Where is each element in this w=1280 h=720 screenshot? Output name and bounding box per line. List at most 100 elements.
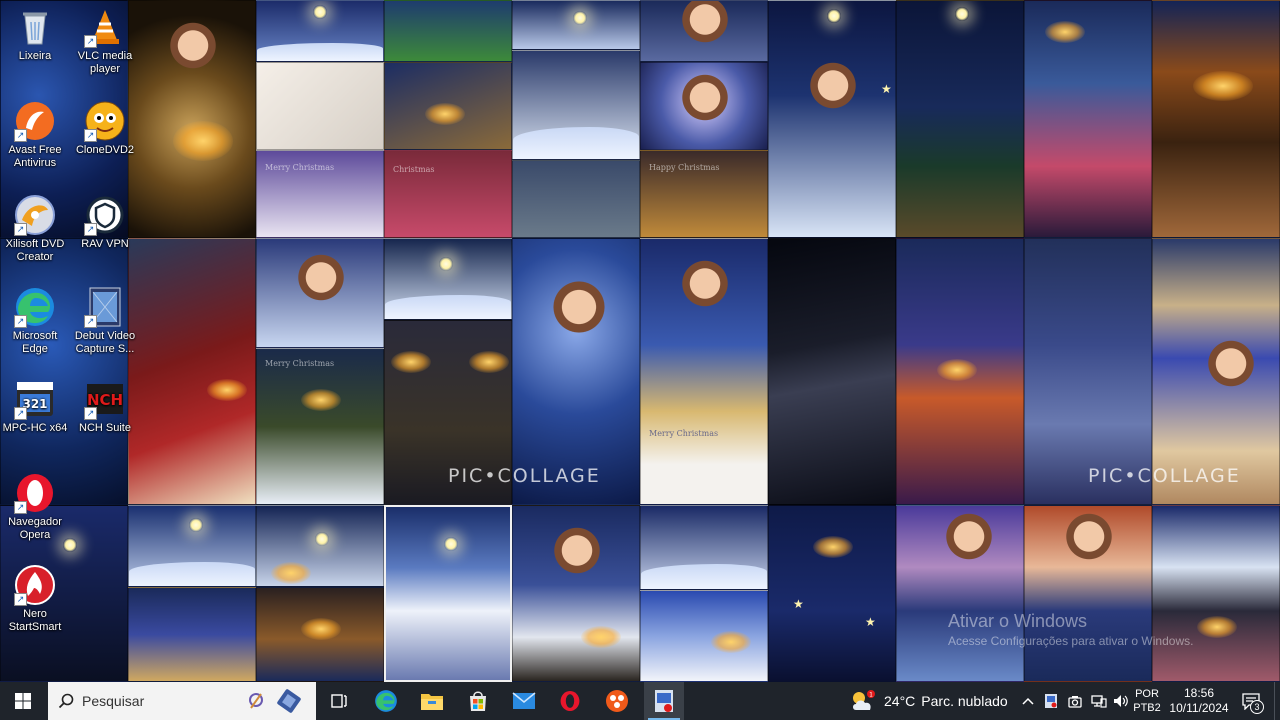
portrait-figure — [677, 259, 733, 329]
wallpaper-tile — [128, 0, 256, 238]
desktop-icon-label: Lixeira — [18, 50, 52, 62]
tray-camera-button[interactable] — [1064, 682, 1086, 720]
light-glow — [391, 351, 431, 373]
desktop-icon-xilisoft[interactable]: ↗ Xilisoft DVD Creator — [0, 194, 70, 264]
wallpaper-tile: ★ — [768, 0, 896, 238]
clonedvd-icon: ↗ — [84, 100, 126, 142]
snow — [385, 295, 511, 319]
wallpaper-tile — [256, 238, 384, 348]
desktop-icon-label: Navegador Opera — [8, 516, 62, 541]
edge-icon — [375, 690, 397, 712]
shortcut-arrow-icon: ↗ — [14, 407, 27, 420]
star: ★ — [865, 615, 876, 629]
show-desktop-button[interactable] — [1274, 682, 1280, 720]
taskbar-mail-button[interactable] — [505, 682, 543, 720]
light-glow — [301, 389, 341, 411]
notification-center-button[interactable]: 3 — [1234, 682, 1268, 720]
taskbar-search-box[interactable]: Pesquisar — [48, 682, 316, 720]
portrait-figure — [805, 61, 861, 131]
desktop-icon-debut[interactable]: ↗ Debut Video Capture S... — [70, 286, 140, 356]
taskbar: Pesquisar 1 24°C Parc. nublado POR PTB2 … — [0, 682, 1280, 720]
clock[interactable]: 18:56 10/11/2024 — [1166, 682, 1232, 720]
taskbar-file-explorer-button[interactable] — [413, 682, 451, 720]
desktop-icon-label: Nero StartSmart — [8, 608, 62, 633]
chevron-up-icon — [1022, 697, 1034, 705]
vlc-icon: ↗ — [84, 6, 126, 48]
wallpaper-tile — [896, 238, 1024, 505]
xilisoft-icon: ↗ — [14, 194, 56, 236]
desktop-icon-label: MPC-HC x64 — [2, 422, 68, 434]
notification-badge: 3 — [1250, 700, 1264, 714]
wallpaper-tile — [128, 238, 256, 505]
wallpaper-tile — [896, 0, 1024, 238]
portrait-figure — [165, 21, 221, 91]
desktop-icon-avast[interactable]: ↗ Avast Free Antivirus — [0, 100, 70, 170]
tile-caption: Merry Christmas — [265, 163, 335, 172]
star: ★ — [881, 82, 892, 96]
wallpaper-tile — [256, 62, 384, 150]
debut-icon: ↗ — [84, 286, 126, 328]
tray-app-button[interactable] — [1040, 682, 1062, 720]
show-hidden-icons-button[interactable] — [1018, 682, 1038, 720]
shortcut-arrow-icon: ↗ — [14, 315, 27, 328]
wallpaper-tile — [512, 505, 640, 682]
light-glow — [937, 359, 977, 381]
portrait-figure — [549, 279, 609, 359]
portrait-figure — [1061, 512, 1117, 582]
camera-icon — [1068, 696, 1082, 708]
desktop-icon-mpc-hc[interactable]: 321 ↗ MPC-HC x64 — [0, 378, 70, 435]
wallpaper-tile: Merry Christmas — [256, 150, 384, 238]
wallpaper-tile — [1024, 0, 1152, 238]
wallpaper-tile — [256, 0, 384, 62]
taskbar-active-app-button[interactable] — [644, 682, 684, 720]
light-glow — [1197, 616, 1237, 638]
activate-windows-title: Ativar o Windows — [948, 611, 1088, 631]
taskbar-opera-button[interactable] — [551, 682, 589, 720]
tile-caption: Christmas — [393, 165, 435, 174]
tray-network-button[interactable] — [1088, 682, 1110, 720]
partly-cloudy-icon: 1 — [853, 690, 875, 710]
wallpaper-tile — [0, 238, 128, 505]
light-glow — [207, 379, 247, 401]
start-button[interactable] — [0, 682, 46, 720]
desktop-icon-clonedvd[interactable]: ↗ CloneDVD2 — [70, 100, 140, 157]
taskbar-store-button[interactable] — [459, 682, 497, 720]
moon — [827, 9, 841, 23]
desktop-icon-label: RAV VPN — [81, 238, 129, 250]
light-glow — [1193, 71, 1253, 101]
wallpaper-tile: Happy Christmas — [640, 150, 768, 238]
light-glow — [173, 121, 233, 161]
desktop-icon-nero[interactable]: ↗ Nero StartSmart — [0, 564, 70, 634]
task-view-button[interactable] — [320, 682, 358, 720]
star: ★ — [793, 597, 804, 611]
desktop-icon-label: Xilisoft DVD Creator — [5, 238, 65, 263]
light-glow — [469, 351, 509, 373]
wallpaper-tile — [384, 62, 512, 150]
clock-time: 18:56 — [1183, 686, 1215, 700]
shortcut-arrow-icon: ↗ — [84, 129, 97, 142]
pic-collage-watermark: PIC•COLLAGE — [448, 465, 601, 487]
moon — [313, 5, 327, 19]
light-glow — [271, 562, 311, 584]
moon — [439, 257, 453, 271]
shortcut-arrow-icon: ↗ — [84, 223, 97, 236]
weather-widget[interactable]: 1 24°C Parc. nublado — [850, 682, 1008, 720]
desktop-icon-opera[interactable]: ↗ Navegador Opera — [0, 472, 70, 542]
svg-text:1: 1 — [869, 692, 873, 699]
wallpaper-tile — [384, 0, 512, 62]
tray-volume-button[interactable] — [1110, 682, 1132, 720]
opera-icon: ↗ — [14, 472, 56, 514]
pic-collage-watermark: PIC•COLLAGE — [1088, 465, 1241, 487]
desktop-icon-vlc[interactable]: ↗ VLC media player — [70, 6, 140, 76]
taskbar-recorder-button[interactable] — [598, 682, 636, 720]
desktop-icon-nch[interactable]: NCH ↗ NCH Suite — [70, 378, 140, 435]
taskbar-edge-button[interactable] — [367, 682, 405, 720]
desktop-icon-lixeira[interactable]: Lixeira — [0, 6, 70, 63]
light-glow — [301, 618, 341, 640]
desktop-icon-rav-vpn[interactable]: ↗ RAV VPN — [70, 194, 140, 251]
desktop-icon-edge[interactable]: ↗ Microsoft Edge — [0, 286, 70, 356]
shortcut-arrow-icon: ↗ — [14, 129, 27, 142]
moon — [444, 537, 458, 551]
search-placeholder: Pesquisar — [82, 693, 145, 709]
language-indicator[interactable]: POR PTB2 — [1132, 682, 1162, 720]
